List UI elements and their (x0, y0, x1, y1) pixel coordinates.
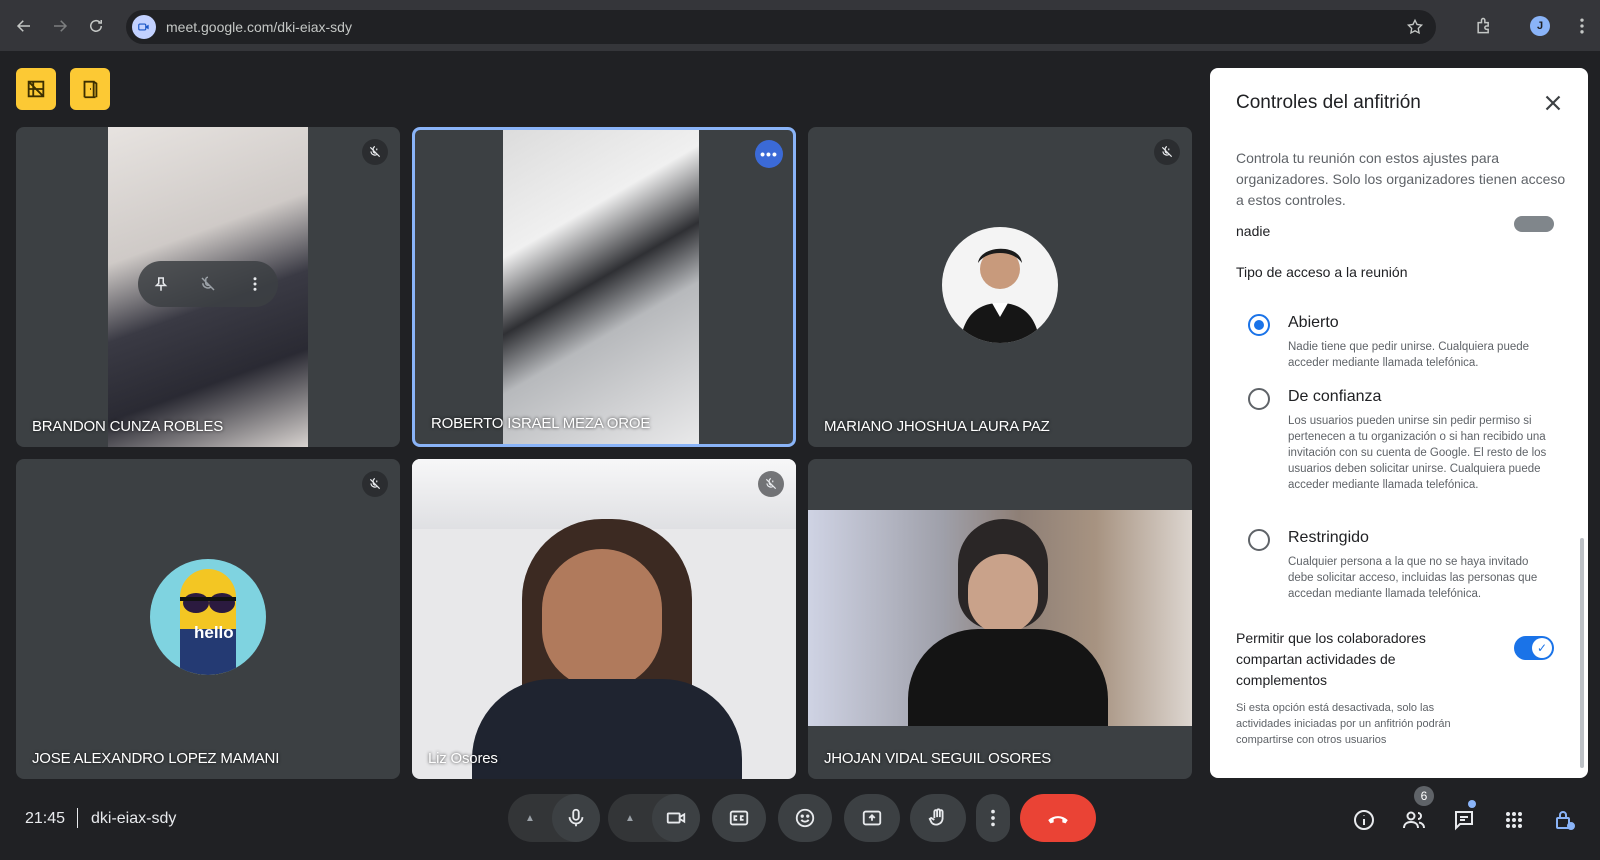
captions-button[interactable] (712, 794, 766, 842)
participant-video (908, 629, 1108, 726)
browser-toolbar: meet.google.com/dki-eiax-sdy J (0, 0, 1600, 51)
addon-sharing-note: Si esta opción está desactivada, solo la… (1236, 702, 1451, 746)
participant-video (968, 554, 1038, 634)
mute-participant-icon[interactable] (199, 275, 217, 293)
partial-setting-toggle[interactable] (1514, 216, 1554, 232)
close-icon[interactable] (1540, 90, 1566, 116)
host-controls-panel: Controles del anfitrión Controla tu reun… (1210, 68, 1588, 778)
participant-tile[interactable]: hello JOSE ALEXANDRO LOPEZ MAMANI (16, 459, 400, 779)
mic-icon (568, 808, 584, 827)
participant-name: JOSE ALEXANDRO LOPEZ MAMANI (32, 750, 280, 767)
present-icon (862, 810, 882, 826)
camera-control-group: ▲ (608, 794, 700, 842)
profile-avatar[interactable]: J (1530, 16, 1550, 36)
forward-icon[interactable] (42, 8, 78, 44)
browser-menu-icon[interactable] (1572, 16, 1592, 36)
tile-hover-controls (138, 261, 278, 307)
access-option-trusted[interactable]: De confianza Los usuarios pueden unirse … (1248, 388, 1558, 518)
leave-call-button[interactable] (1020, 794, 1096, 842)
extensions-icon[interactable] (1474, 16, 1494, 36)
activities-grid-icon[interactable] (1502, 808, 1526, 832)
option-label: De confianza (1288, 388, 1382, 405)
access-type-heading: Tipo de acceso a la reunión (1236, 264, 1408, 280)
option-description: Nadie tiene que pedir unirse. Cualquiera… (1288, 341, 1530, 369)
participant-avatar (942, 227, 1058, 343)
door-exit-button[interactable] (70, 68, 110, 110)
hangup-icon (1048, 816, 1068, 824)
radio-selected[interactable] (1248, 314, 1270, 336)
info-icon[interactable] (1352, 808, 1376, 832)
chat-icon[interactable] (1452, 808, 1476, 832)
present-screen-button[interactable] (844, 794, 900, 842)
participant-name: ROBERTO ISRAEL MEZA OROE (431, 415, 651, 432)
meeting-code: dki-eiax-sdy (91, 810, 177, 827)
captions-icon (729, 810, 749, 826)
participant-avatar: hello (150, 559, 266, 675)
pin-icon[interactable] (152, 275, 170, 293)
participant-tile[interactable]: BRANDON CUNZA ROBLES (16, 127, 400, 447)
partial-setting-label: nadie (1236, 223, 1271, 239)
option-label: Abierto (1288, 314, 1339, 331)
mic-control-group: ▲ (508, 794, 600, 842)
raise-hand-button[interactable] (910, 794, 966, 842)
participants-count-badge: 6 (1414, 786, 1434, 806)
address-bar[interactable]: meet.google.com/dki-eiax-sdy (126, 10, 1436, 44)
muted-mic-icon (758, 471, 784, 497)
hand-icon (928, 808, 944, 826)
participant-tile[interactable]: JHOJAN VIDAL SEGUIL OSORES (808, 459, 1192, 779)
back-icon[interactable] (6, 8, 42, 44)
participant-name: Liz Osores (428, 750, 498, 767)
addon-sharing-label: Permitir que los colaboradores compartan… (1236, 630, 1426, 688)
people-icon[interactable] (1402, 808, 1426, 832)
panel-title: Controles del anfitrión (1236, 92, 1421, 113)
meet-site-icon (132, 15, 156, 39)
participant-video (503, 130, 699, 444)
participant-video (472, 679, 742, 779)
panel-description: Controla tu reunión con estos ajustes pa… (1236, 150, 1566, 208)
option-description: Los usuarios pueden unirse sin pedir per… (1288, 415, 1547, 491)
participant-video (542, 549, 662, 689)
tile-more-options-button[interactable]: ••• (755, 140, 783, 168)
camera-icon (666, 812, 686, 824)
clock-time: 21:45 (25, 810, 66, 827)
chevron-up-icon[interactable]: ▲ (608, 813, 652, 824)
participant-name: MARIANO JHOSHUA LAURA PAZ (824, 418, 1050, 435)
divider (77, 808, 78, 828)
mic-button[interactable] (552, 794, 600, 842)
option-description: Cualquier persona a la que no se haya in… (1288, 556, 1538, 600)
participant-name: JHOJAN VIDAL SEGUIL OSORES (824, 750, 1052, 767)
radio-unselected[interactable] (1248, 529, 1270, 551)
more-vert-icon (991, 809, 995, 827)
bookmark-star-icon[interactable] (1406, 18, 1424, 36)
more-options-icon[interactable] (246, 275, 264, 293)
reload-icon[interactable] (78, 8, 114, 44)
radio-unselected[interactable] (1248, 388, 1270, 410)
addon-sharing-toggle[interactable] (1514, 636, 1554, 660)
participant-tile-active[interactable]: ••• ROBERTO ISRAEL MEZA OROE (412, 127, 796, 447)
meeting-controls-bar: 21:45 dki-eiax-sdy ▲ ▲ (0, 782, 1600, 860)
host-controls-lock-icon[interactable] (1552, 808, 1576, 832)
access-option-open[interactable]: Abierto Nadie tiene que pedir unirse. Cu… (1248, 314, 1558, 374)
muted-mic-icon (1154, 139, 1180, 165)
camera-button[interactable] (652, 794, 700, 842)
option-label: Restringido (1288, 529, 1369, 546)
muted-mic-icon (362, 139, 388, 165)
reactions-button[interactable] (778, 794, 832, 842)
url-text: meet.google.com/dki-eiax-sdy (166, 19, 352, 35)
muted-mic-icon (362, 471, 388, 497)
chat-notification-dot (1468, 800, 1476, 808)
chevron-up-icon[interactable]: ▲ (508, 813, 552, 824)
participant-tile[interactable]: MARIANO JHOSHUA LAURA PAZ (808, 127, 1192, 447)
more-options-button[interactable] (976, 794, 1010, 842)
participant-tile[interactable]: Liz Osores (412, 459, 796, 779)
panel-scrollbar[interactable] (1580, 538, 1584, 768)
access-option-restricted[interactable]: Restringido Cualquier persona a la que n… (1248, 529, 1558, 600)
avatar-sticker-text: hello (194, 623, 234, 642)
participant-name: BRANDON CUNZA ROBLES (32, 418, 224, 435)
emoji-icon (795, 808, 815, 828)
hide-tiles-button[interactable] (16, 68, 56, 110)
